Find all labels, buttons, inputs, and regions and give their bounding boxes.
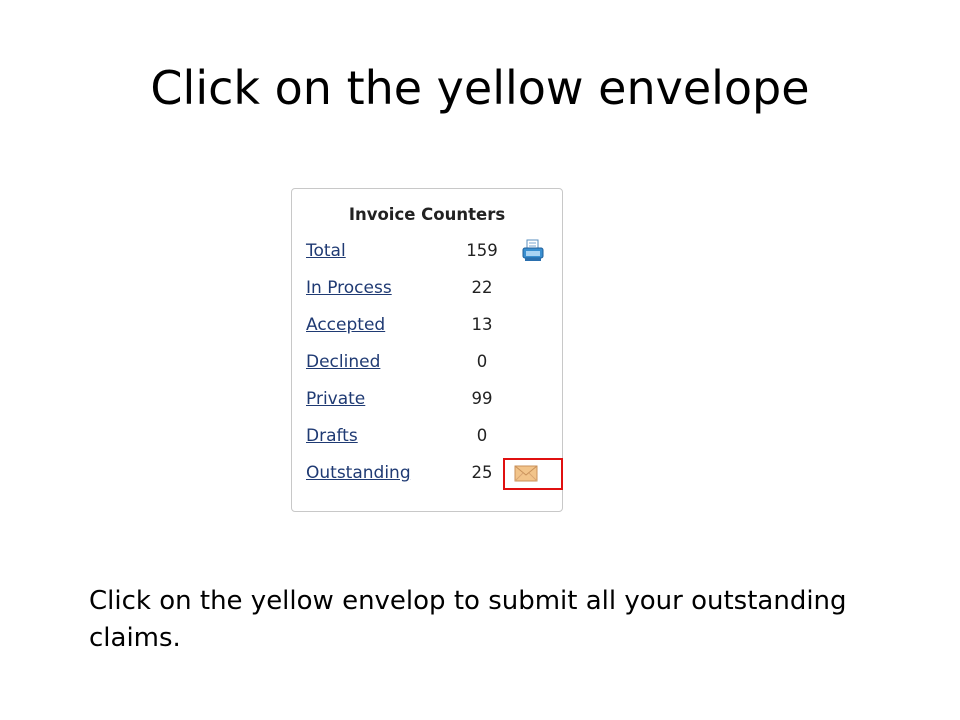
total-link[interactable]: Total	[306, 241, 346, 261]
total-count: 159	[466, 241, 498, 260]
in-process-link[interactable]: In Process	[306, 278, 392, 298]
outstanding-link[interactable]: Outstanding	[306, 463, 411, 483]
highlight-box	[503, 458, 563, 490]
panel-title: Invoice Counters	[348, 205, 506, 224]
counter-row-private: Private 99	[292, 389, 562, 413]
declined-count: 0	[476, 352, 488, 371]
drafts-count: 0	[476, 426, 488, 445]
accepted-link[interactable]: Accepted	[306, 315, 385, 335]
declined-link[interactable]: Declined	[306, 352, 380, 372]
counter-row-in-process: In Process 22	[292, 278, 562, 302]
slide-title: Click on the yellow envelope	[150, 61, 810, 115]
counter-row-declined: Declined 0	[292, 352, 562, 376]
private-link[interactable]: Private	[306, 389, 365, 409]
drafts-link[interactable]: Drafts	[306, 426, 358, 446]
in-process-count: 22	[471, 278, 493, 297]
accepted-count: 13	[471, 315, 493, 334]
private-count: 99	[471, 389, 493, 408]
counter-row-total: Total 159	[292, 238, 562, 265]
counter-row-drafts: Drafts 0	[292, 426, 562, 450]
printer-icon[interactable]	[518, 238, 548, 262]
counter-row-accepted: Accepted 13	[292, 315, 562, 339]
instruction-caption: Click on the yellow envelop to submit al…	[89, 586, 847, 653]
